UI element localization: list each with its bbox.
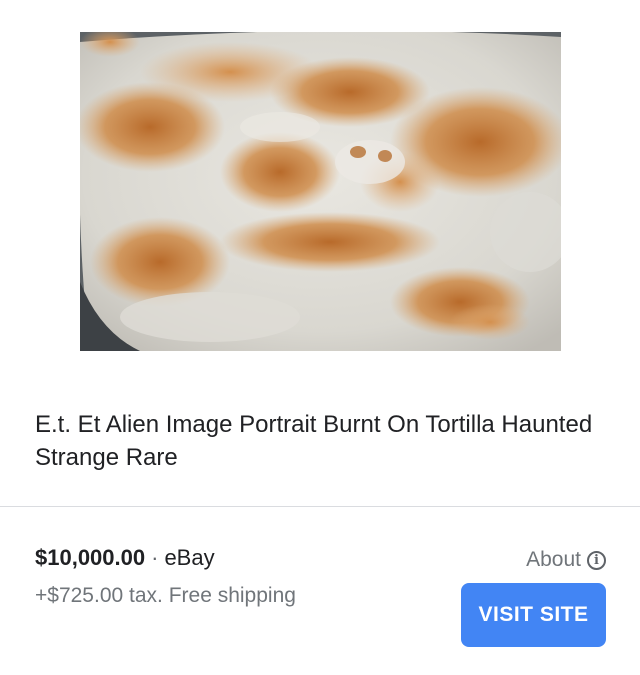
about-label: About [526,548,581,571]
about-link[interactable]: About i [526,547,606,573]
product-image[interactable] [80,32,561,351]
price-row: $10,000.00 · eBay [35,544,215,572]
divider [0,506,640,507]
visit-site-button[interactable]: VISIT SITE [461,583,606,647]
separator: · [151,545,159,570]
info-icon: i [587,550,606,570]
price: $10,000.00 [35,545,146,570]
tax-shipping-info: +$725.00 tax. Free shipping [35,584,296,607]
merchant-name: eBay [164,545,215,570]
product-title[interactable]: E.t. Et Alien Image Portrait Burnt On To… [35,408,615,474]
